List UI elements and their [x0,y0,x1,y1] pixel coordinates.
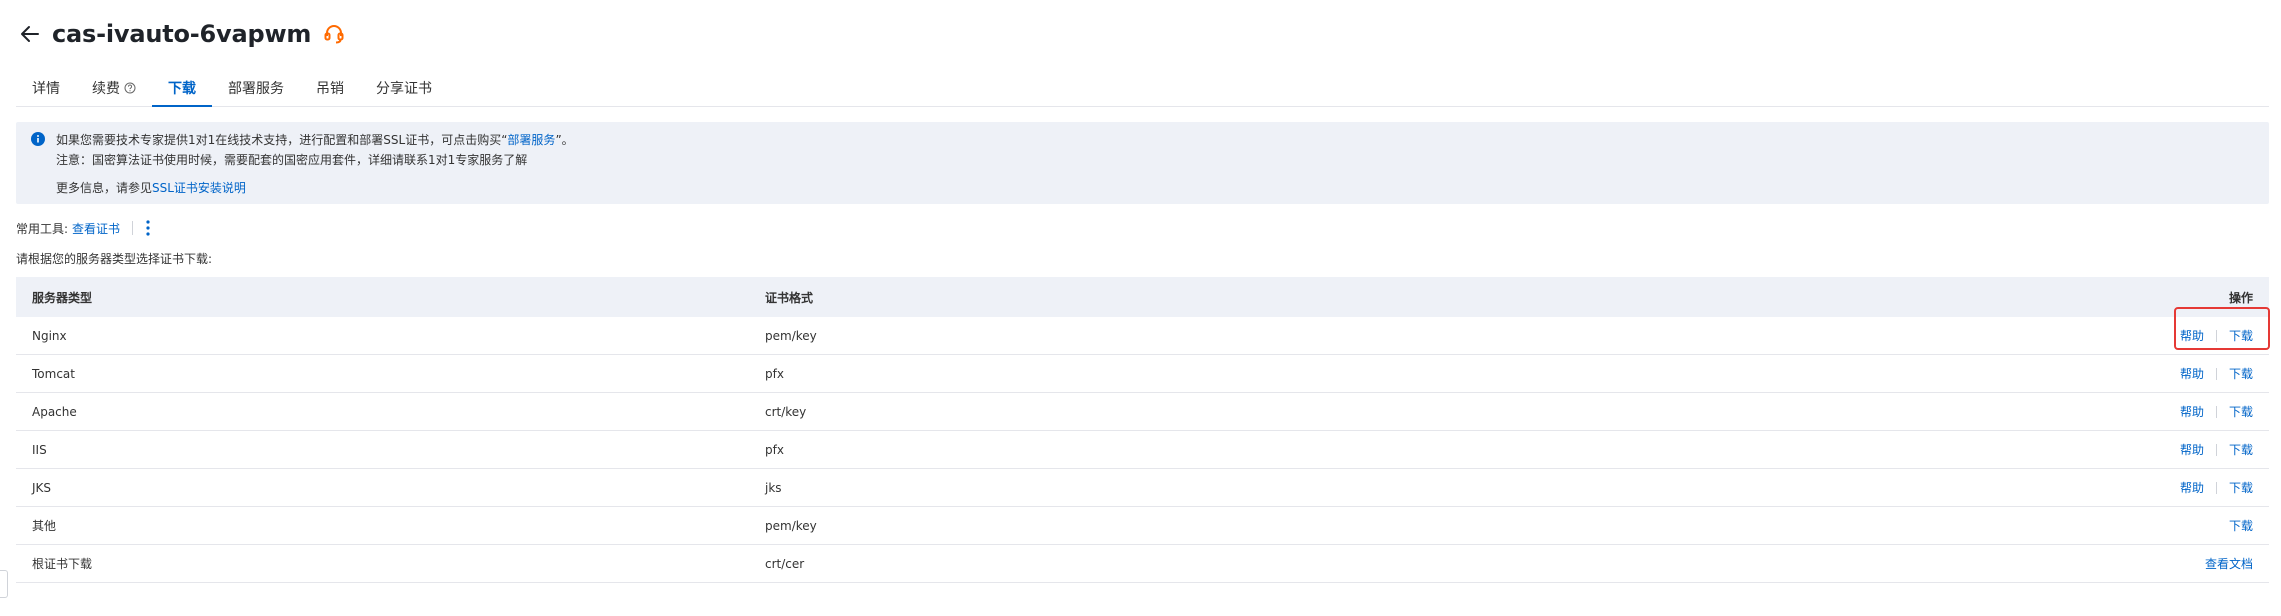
banner-line-deploy: 如果您需要技术专家提供1对1在线技术支持，进行配置和部署SSL证书，可点击购买“… [56,130,574,150]
tab-label: 续费 [92,81,120,97]
divider [2215,405,2217,418]
ssl-install-guide-link[interactable]: SSL证书安装说明 [152,181,246,195]
download-instruction: 请根据您的服务器类型选择证书下载: [16,252,213,266]
banner-text: 更多信息，请参见 [56,181,153,195]
help-link[interactable]: 帮助 [2180,479,2204,496]
tab-download[interactable]: 下载 [152,70,212,107]
cell-cert-format: pem/key [765,328,817,343]
table-row: Apache crt/key 帮助 下载 [16,393,2269,431]
page-header: cas-ivauto-6vapwm [16,14,347,54]
help-link[interactable]: 帮助 [2180,365,2204,382]
cell-cert-format: pfx [765,442,784,457]
header-server-type: 服务器类型 [32,290,93,305]
banner-line-more-info: 更多信息，请参见SSL证书安装说明 [56,178,574,198]
download-link[interactable]: 下载 [2229,479,2253,496]
page-title: cas-ivauto-6vapwm [52,20,312,48]
cell-server-type: 其他 [32,519,57,533]
cell-server-type: Tomcat [32,366,75,381]
deploy-service-link[interactable]: 部署服务 [507,133,555,147]
cert-download-table: 服务器类型 证书格式 操作 Nginx pem/key 帮助 下载 Tomcat… [16,277,2269,583]
download-link[interactable]: 下载 [2229,517,2253,534]
cell-cert-format: crt/key [765,404,807,419]
banner-line-note: 注意：国密算法证书使用时候，需要配套的国密应用套件，详细请联系1对1专家服务了解 [56,153,528,167]
tab-details[interactable]: 详情 [16,70,76,106]
cell-server-type: 根证书下载 [32,557,93,571]
table-row: 其他 pem/key 下载 [16,507,2269,545]
support-headset-icon[interactable] [321,21,347,47]
help-link[interactable]: 帮助 [2180,441,2204,458]
cell-server-type: Apache [32,404,77,419]
common-tools: 常用工具: 查看证书 [16,218,151,238]
cell-server-type: JKS [32,480,52,495]
banner-text: 如果您需要技术专家提供1对1在线技术支持，进行配置和部署SSL证书，可点击购买“ [56,133,508,147]
sidebar-toggle-handle[interactable] [0,570,8,598]
table-row: Tomcat pfx 帮助 下载 [16,355,2269,393]
help-link[interactable]: 帮助 [2180,403,2204,420]
tab-label: 吊销 [316,81,344,97]
download-link[interactable]: 下载 [2229,327,2253,344]
back-button[interactable] [16,20,44,48]
help-link[interactable]: 帮助 [2180,327,2204,344]
cell-cert-format: pem/key [765,518,817,533]
question-circle-icon[interactable] [124,82,136,94]
cell-cert-format: crt/cer [765,556,805,571]
divider [2215,329,2217,342]
tab-deploy-service[interactable]: 部署服务 [212,70,300,106]
download-link[interactable]: 下载 [2229,365,2253,382]
banner-text: ”。 [555,133,574,147]
tab-label: 下载 [168,81,196,97]
tab-label: 部署服务 [228,81,284,97]
tab-renew[interactable]: 续费 [76,70,152,106]
table-row: Nginx pem/key 帮助 下载 [16,317,2269,355]
tab-label: 详情 [32,81,60,97]
header-cert-format: 证书格式 [765,290,814,305]
arrow-left-icon [21,26,39,42]
divider [132,221,134,235]
tab-bar: 详情 续费 下载 部署服务 吊销 分享证书 [16,70,2269,107]
tab-share-cert[interactable]: 分享证书 [360,70,448,106]
cell-cert-format: jks [765,480,782,495]
tab-label: 分享证书 [376,81,432,97]
view-doc-link[interactable]: 查看文档 [2205,555,2253,572]
view-cert-link[interactable]: 查看证书 [72,220,120,237]
info-banner: 如果您需要技术专家提供1对1在线技术支持，进行配置和部署SSL证书，可点击购买“… [16,122,2269,204]
download-link[interactable]: 下载 [2229,403,2253,420]
more-vertical-icon[interactable] [145,219,151,237]
cell-server-type: Nginx [32,328,67,343]
divider [2215,481,2217,494]
table-header: 服务器类型 证书格式 操作 [16,277,2269,317]
divider [2215,443,2217,456]
tab-revoke[interactable]: 吊销 [300,70,360,106]
table-row: IIS pfx 帮助 下载 [16,431,2269,469]
cell-cert-format: pfx [765,366,784,381]
table-row: JKS jks 帮助 下载 [16,469,2269,507]
tools-label: 常用工具: [16,221,69,236]
download-link[interactable]: 下载 [2229,441,2253,458]
divider [2215,367,2217,380]
info-icon [31,131,45,150]
cell-server-type: IIS [32,442,47,457]
header-action: 操作 [2228,290,2253,305]
table-row: 根证书下载 crt/cer 查看文档 [16,545,2269,583]
